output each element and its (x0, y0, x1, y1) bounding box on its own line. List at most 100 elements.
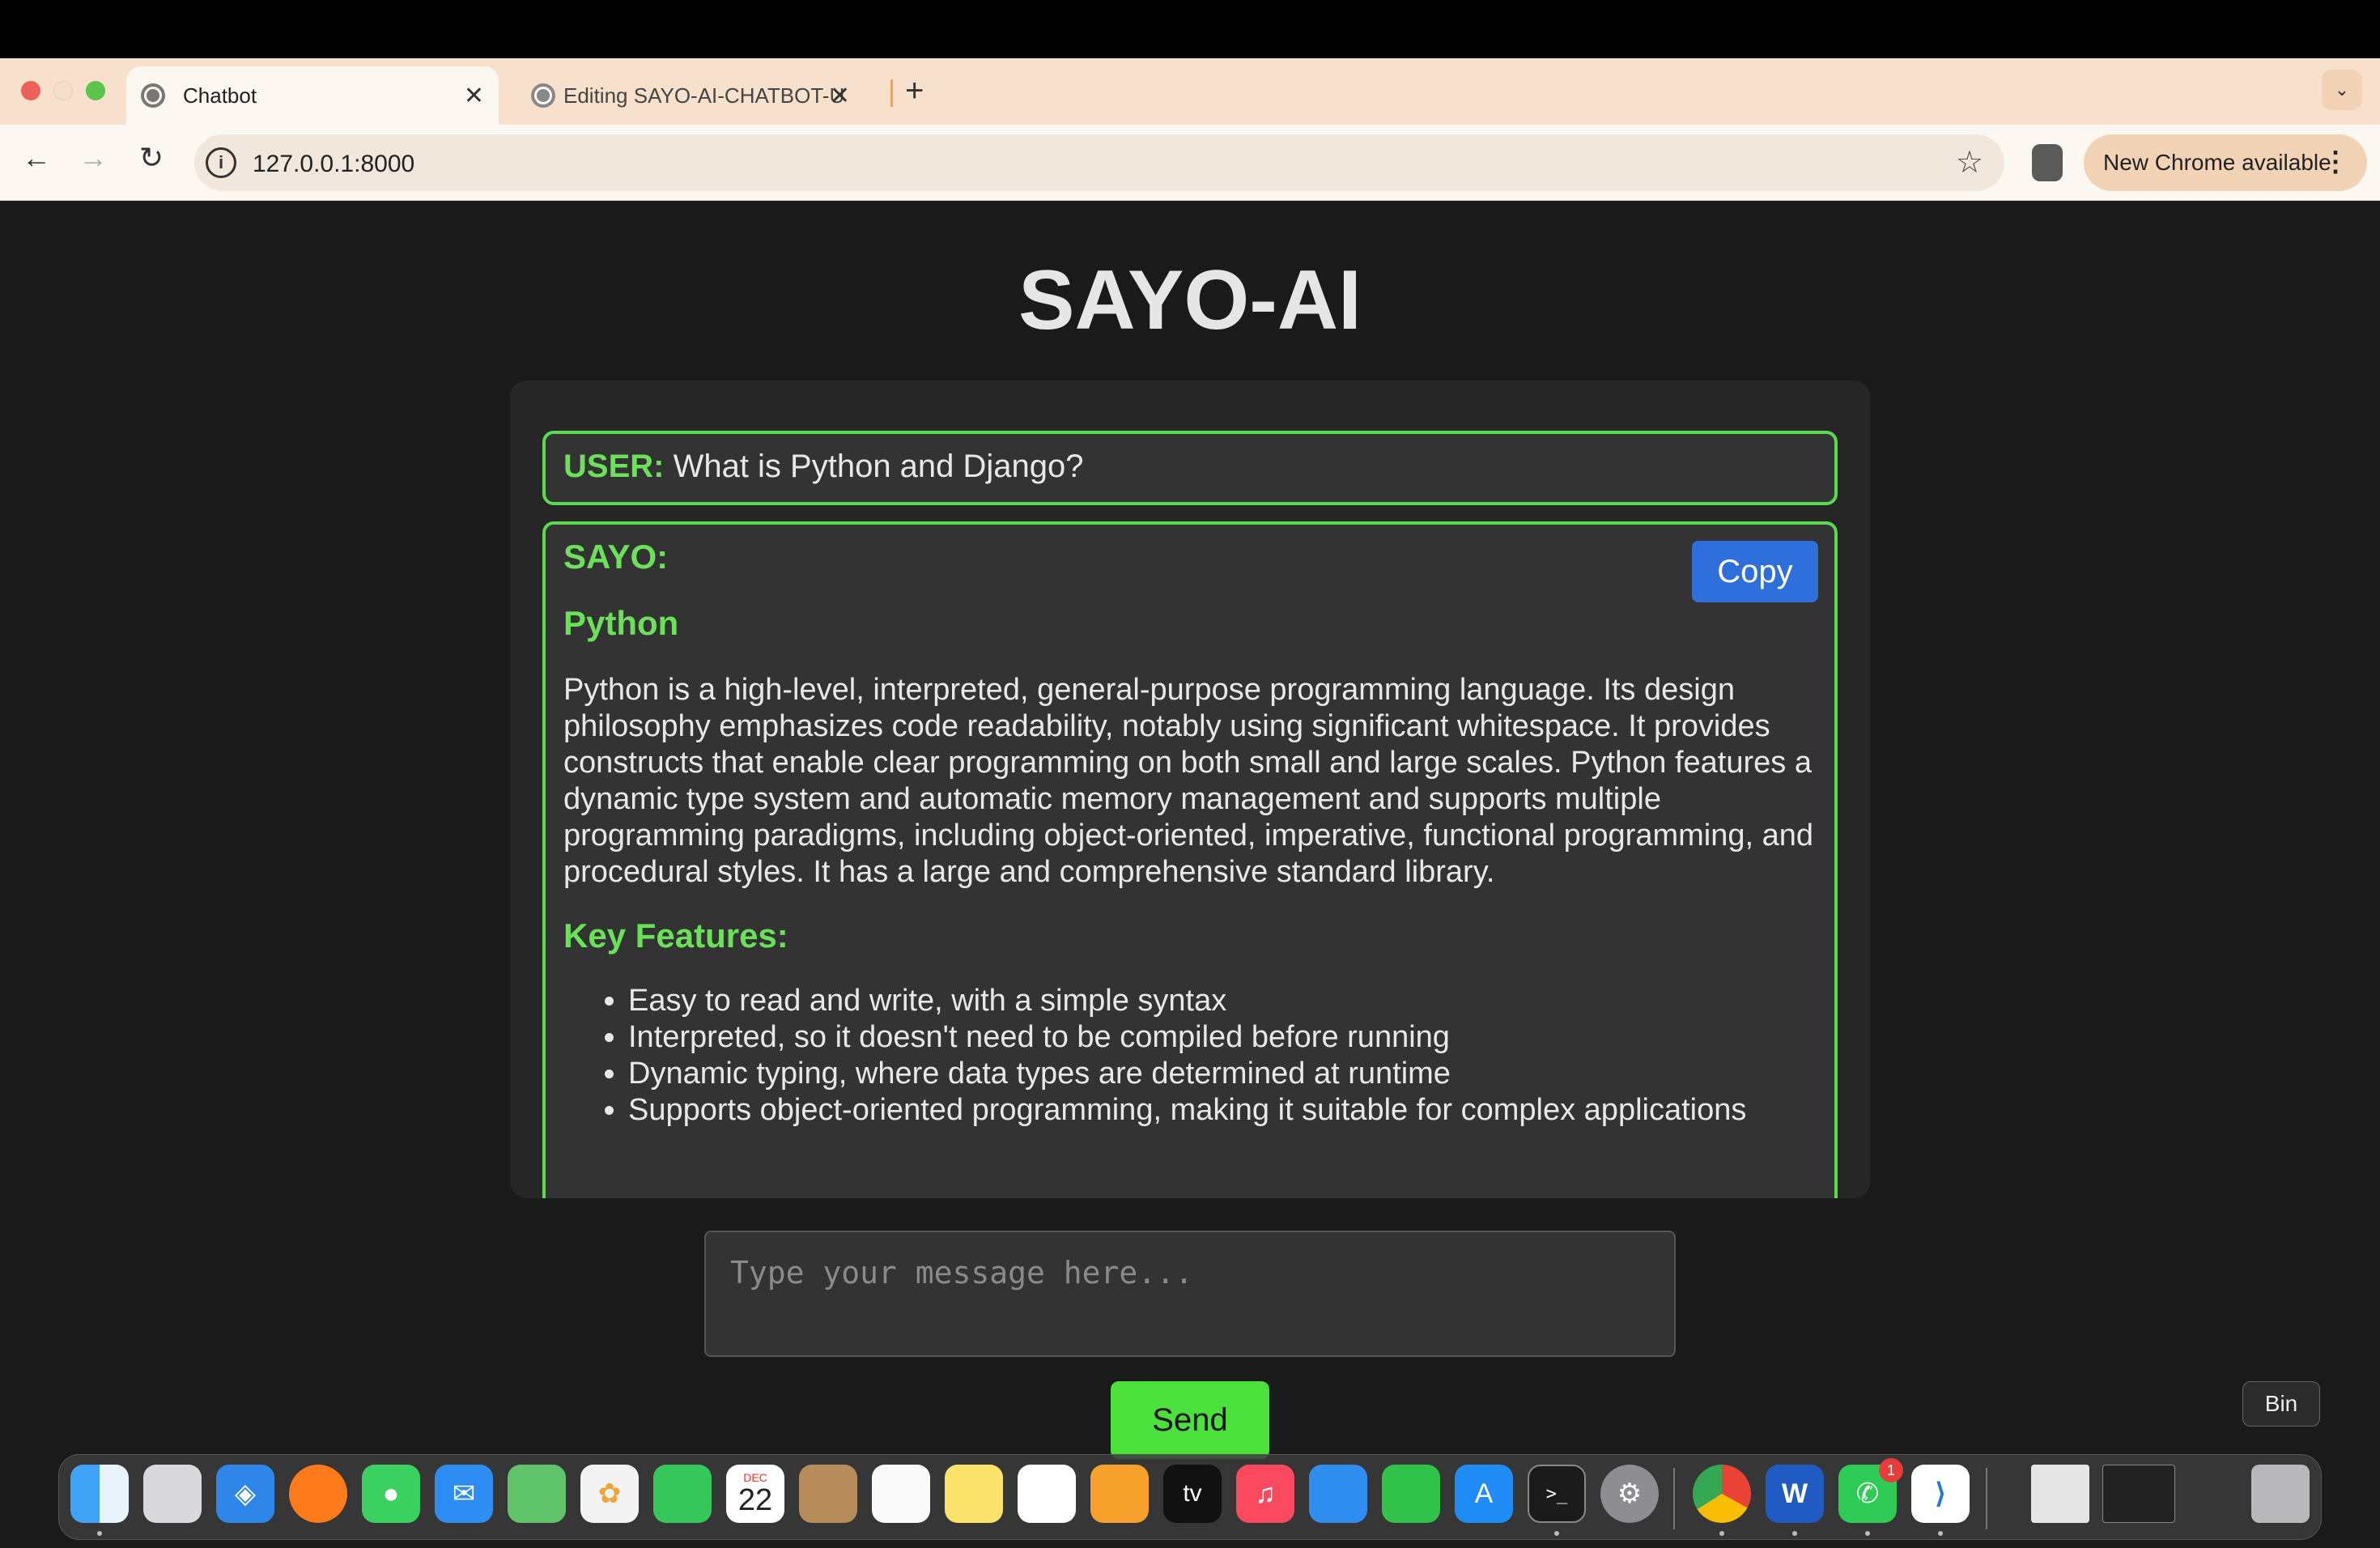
running-indicator (1865, 1531, 1870, 1536)
chrome-icon[interactable] (1693, 1465, 1751, 1523)
calendar-day: 22 (737, 1483, 773, 1517)
photos-icon[interactable]: ✿ (580, 1465, 639, 1523)
minimized-window-thumbnail[interactable] (2031, 1465, 2089, 1523)
profile-avatar[interactable] (2032, 144, 2063, 181)
compass-icon: ◈ (234, 1478, 257, 1509)
new-tab-button[interactable]: + (905, 73, 924, 109)
calendar-icon[interactable]: DEC 22 (726, 1465, 784, 1523)
running-indicator (1792, 1531, 1797, 1536)
keynote-icon[interactable] (1309, 1465, 1367, 1523)
note-icon: ♫ (1255, 1478, 1276, 1509)
update-label: New Chrome available (2103, 150, 2331, 175)
tab-strip: Chatbot ✕ Editing SAYO-AI-CHATBOT-U ✕ (0, 58, 2380, 125)
bot-message: SAYO: Copy Python Python is a high-level… (542, 521, 1838, 1198)
settings-icon[interactable]: ⚙ (1600, 1465, 1659, 1523)
messages-icon[interactable]: ● (362, 1465, 420, 1523)
notification-badge: 1 (1879, 1458, 1903, 1482)
maps-icon[interactable] (508, 1465, 566, 1523)
address-bar[interactable]: i 127.0.0.1:8000 ☆ (194, 134, 2004, 191)
mail-icon[interactable]: ✉ (435, 1465, 493, 1523)
close-window-button[interactable] (21, 81, 40, 100)
pages-icon[interactable] (1090, 1465, 1149, 1523)
safari-icon[interactable]: ◈ (216, 1465, 274, 1523)
phone-icon: ✆ (1855, 1478, 1880, 1509)
appstore-icon[interactable]: A (1455, 1465, 1513, 1523)
response-heading: Python (563, 604, 679, 642)
url-text[interactable]: 127.0.0.1:8000 (253, 151, 414, 178)
screen: Chatbot ✕ Editing SAYO-AI-CHATBOT-U ✕ + … (0, 0, 2380, 1548)
user-label: USER: (563, 449, 665, 484)
running-indicator (1719, 1531, 1724, 1536)
freeform-icon[interactable] (1018, 1465, 1076, 1523)
contacts-icon[interactable] (799, 1465, 857, 1523)
dock: ◈ ● ✉ ✿ DEC 22 tv ♫ A >_ ⚙ W ✆ 1 ⟩ (58, 1454, 2322, 1540)
notes-icon[interactable] (945, 1465, 1003, 1523)
tab-separator (890, 79, 893, 107)
list-item: Supports object-oriented programming, ma… (628, 1092, 1817, 1129)
dock-tooltip: Bin (2242, 1381, 2320, 1427)
menu-bar (0, 0, 2380, 58)
tab-github-editing[interactable]: Editing SAYO-AI-CHATBOT-U ✕ (518, 66, 882, 125)
tab-search-button[interactable]: ⌄ (2322, 70, 2362, 110)
tab-label: Editing SAYO-AI-CHATBOT-U (563, 83, 845, 108)
forward-button[interactable]: → (73, 141, 113, 175)
calendar-month: DEC (743, 1471, 767, 1484)
vscode-icon[interactable]: ⟩ (1911, 1465, 1970, 1523)
feature-list: Easy to read and write, with a simple sy… (563, 983, 1817, 1129)
user-message-text: What is Python and Django? (664, 449, 1084, 484)
reminders-icon[interactable] (872, 1465, 930, 1523)
arrow-left-icon: ← (22, 141, 51, 174)
list-item: Easy to read and write, with a simple sy… (628, 983, 1817, 1019)
dock-separator (1986, 1468, 1987, 1529)
bookmark-star-icon[interactable]: ☆ (1956, 144, 1983, 181)
tab-label: Chatbot (183, 83, 257, 108)
list-item: Dynamic typing, where data types are det… (628, 1056, 1817, 1092)
send-button[interactable]: Send (1111, 1381, 1269, 1459)
trash-icon[interactable] (2251, 1465, 2310, 1523)
gear-icon: ⚙ (1617, 1478, 1643, 1509)
numbers-icon[interactable] (1382, 1465, 1440, 1523)
back-button[interactable]: ← (16, 141, 57, 175)
copy-button[interactable]: Copy (1692, 541, 1818, 602)
running-indicator (1938, 1531, 1943, 1536)
word-icon[interactable]: W (1766, 1465, 1824, 1523)
user-message: USER: What is Python and Django? (542, 431, 1838, 505)
page-content: SAYO-AI USER: What is Python and Django?… (0, 201, 2380, 1548)
zoom-window-button[interactable] (86, 81, 105, 100)
chevron-down-icon: ⌄ (2334, 79, 2350, 100)
running-indicator (97, 1531, 102, 1536)
whatsapp-icon[interactable]: ✆ 1 (1838, 1458, 1903, 1523)
speech-bubble-icon: ● (382, 1478, 400, 1509)
more-menu-icon[interactable]: ⋮ (2322, 146, 2349, 178)
music-icon[interactable]: ♫ (1236, 1465, 1294, 1523)
a-icon: A (1474, 1478, 1494, 1509)
tv-label: tv (1183, 1480, 1202, 1507)
tab-chatbot[interactable]: Chatbot ✕ (126, 66, 499, 125)
arrow-right-icon: → (79, 141, 108, 174)
site-info-icon[interactable]: i (206, 147, 236, 178)
list-item: Interpreted, so it doesn't need to be co… (628, 1019, 1817, 1056)
dock-separator (1673, 1468, 1675, 1529)
terminal-window-thumbnail[interactable] (2102, 1465, 2175, 1523)
github-icon (531, 83, 555, 108)
appletv-icon[interactable]: tv (1163, 1465, 1222, 1523)
minimize-window-button[interactable] (53, 81, 73, 100)
chrome-update-button[interactable]: New Chrome available ⋮ (2084, 134, 2367, 191)
response-subheading: Key Features: (563, 916, 788, 955)
reload-button[interactable]: ↻ (131, 141, 172, 175)
finder-icon[interactable] (70, 1465, 129, 1523)
tab-close-icon[interactable]: ✕ (830, 82, 850, 110)
tab-close-icon[interactable]: ✕ (464, 82, 484, 110)
toolbar: ← → ↻ i 127.0.0.1:8000 ☆ New Chrome avai… (0, 125, 2380, 201)
facetime-icon[interactable] (653, 1465, 712, 1523)
reload-icon: ↻ (138, 141, 164, 174)
chat-history[interactable]: USER: What is Python and Django? SAYO: C… (510, 381, 1870, 1198)
globe-icon (141, 83, 165, 108)
message-input[interactable]: Type your message here... (704, 1231, 1676, 1357)
firefox-icon[interactable] (289, 1465, 347, 1523)
page-title: SAYO-AI (1018, 253, 1362, 347)
launchpad-icon[interactable] (143, 1465, 202, 1523)
terminal-icon[interactable]: >_ (1528, 1465, 1586, 1523)
bot-label: SAYO: (563, 538, 669, 576)
running-indicator (1554, 1531, 1559, 1536)
